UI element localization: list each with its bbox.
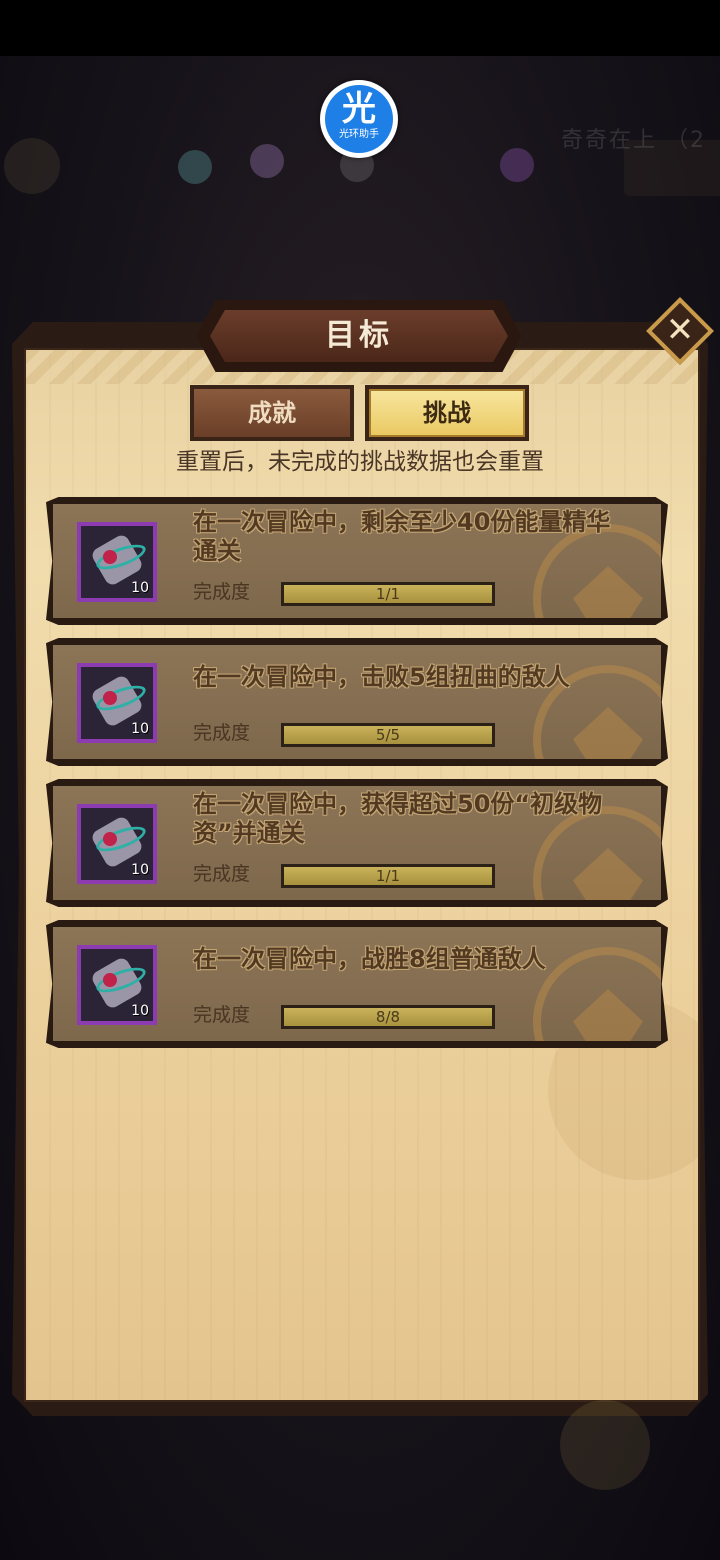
progress-text: 1/1: [375, 867, 401, 885]
challenge-card-body: 10 在一次冒险中，获得超过50份“初级物资”并通关 完成度 1/1: [53, 786, 661, 900]
progress-text: 1/1: [375, 585, 401, 603]
challenge-card-body: 10 在一次冒险中，战胜8组普通敌人 完成度 8/8: [53, 927, 661, 1041]
dialog-title: 目标: [325, 318, 393, 353]
background-gem-icon: [250, 144, 284, 178]
background-avatar: [4, 138, 60, 194]
progress-bar: 8/8: [281, 1005, 495, 1029]
challenge-card-body: 10 在一次冒险中，剩余至少40份能量精华通关 完成度 1/1: [53, 504, 661, 618]
background-glow: [560, 1400, 650, 1490]
background-text: 奇奇在上 （2: [561, 128, 706, 153]
challenge-card: 10 在一次冒险中，击败5组扭曲的敌人 完成度 5/5: [46, 638, 668, 766]
reward-item[interactable]: 10: [77, 522, 157, 602]
progress-bar: 5/5: [281, 723, 495, 747]
reset-notice: 重置后，未完成的挑战数据也会重置: [176, 449, 544, 475]
reward-count: 10: [131, 721, 149, 737]
watermark-label: 光环助手: [339, 129, 379, 140]
challenge-title: 在一次冒险中，剩余至少40份能量精华通关: [193, 508, 611, 565]
challenge-card: 10 在一次冒险中，剩余至少40份能量精华通关 完成度 1/1: [46, 497, 668, 625]
tab-achievements[interactable]: 成就: [190, 385, 354, 441]
seal-icon: [103, 832, 117, 846]
reward-count: 10: [131, 1003, 149, 1019]
reward-item[interactable]: 10: [77, 945, 157, 1025]
challenge-title: 在一次冒险中，击败5组扭曲的敌人: [193, 663, 570, 691]
reward-count: 10: [131, 580, 149, 596]
status-bar: [0, 0, 720, 56]
challenge-card: 10 在一次冒险中，获得超过50份“初级物资”并通关 完成度 1/1: [46, 779, 668, 907]
seal-icon: [103, 973, 117, 987]
dialog-title-plate: 目标: [196, 300, 522, 372]
challenge-card-body: 10 在一次冒险中，击败5组扭曲的敌人 完成度 5/5: [53, 645, 661, 759]
watermark-glyph: 光: [342, 89, 376, 129]
background-gem-icon: [500, 148, 534, 182]
background-gem-icon: [178, 150, 212, 184]
challenge-card: 10 在一次冒险中，战胜8组普通敌人 完成度 8/8: [46, 920, 668, 1048]
reward-item[interactable]: 10: [77, 804, 157, 884]
progress-label: 完成度: [193, 1004, 251, 1026]
watermark-logo: 光 光环助手: [320, 80, 398, 158]
progress-label: 完成度: [193, 581, 251, 603]
close-icon: ✕: [665, 310, 695, 350]
tab-challenges[interactable]: 挑战: [365, 385, 529, 441]
progress-bar: 1/1: [281, 864, 495, 888]
reward-count: 10: [131, 862, 149, 878]
challenge-title: 在一次冒险中，获得超过50份“初级物资”并通关: [193, 790, 603, 847]
progress-bar: 1/1: [281, 582, 495, 606]
close-button[interactable]: ✕: [646, 297, 714, 365]
seal-icon: [103, 550, 117, 564]
watermark-badge: 光 光环助手: [325, 85, 393, 153]
progress-text: 5/5: [375, 726, 401, 744]
progress-label: 完成度: [193, 722, 251, 744]
challenge-title: 在一次冒险中，战胜8组普通敌人: [193, 945, 546, 973]
progress-label: 完成度: [193, 863, 251, 885]
game-screen: 奇奇在上 （2 光 光环助手 目标 ✕ 成就 挑战 重置后，未完成的挑战数据也会…: [0, 0, 720, 1560]
dialog-title-inner: 目标: [210, 310, 508, 362]
seal-icon: [103, 691, 117, 705]
reward-item[interactable]: 10: [77, 663, 157, 743]
progress-text: 8/8: [375, 1008, 401, 1026]
